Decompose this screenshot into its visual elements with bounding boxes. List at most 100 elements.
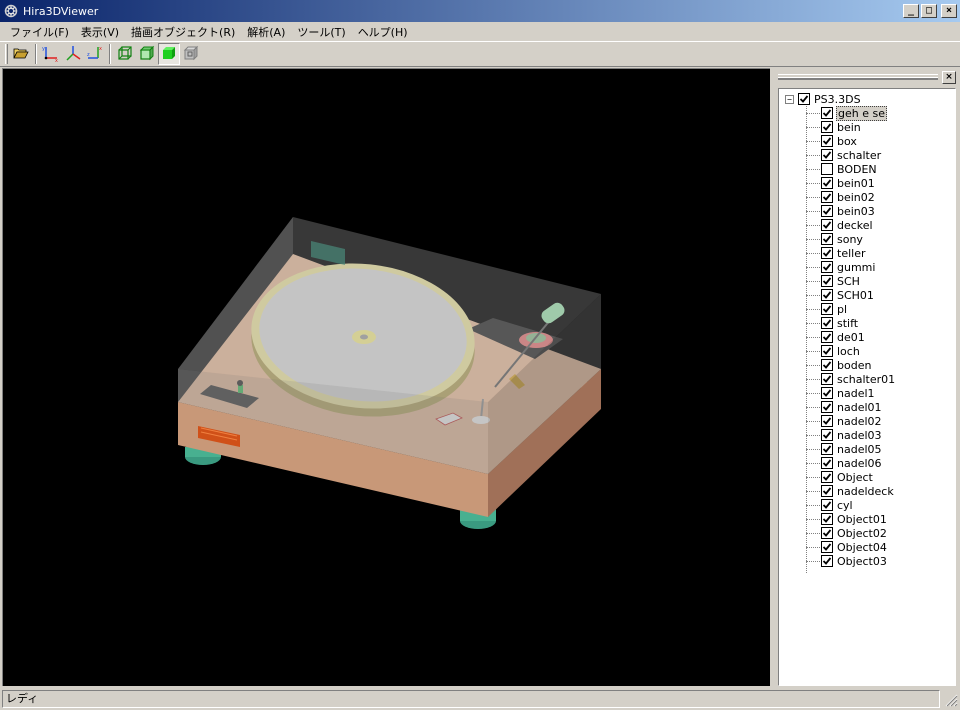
tree-item-label[interactable]: schalter: [836, 149, 882, 162]
tree-item-checkbox[interactable]: [821, 205, 833, 217]
tree-item-label[interactable]: cyl: [836, 499, 854, 512]
tree-item[interactable]: nadel03: [805, 428, 896, 442]
tree-item-label[interactable]: BODEN: [836, 163, 878, 176]
tree-item[interactable]: SCH01: [805, 288, 896, 302]
tree-item-label[interactable]: nadel02: [836, 415, 883, 428]
tree-item-checkbox[interactable]: [821, 135, 833, 147]
tree-item-checkbox[interactable]: [821, 289, 833, 301]
tree-item-checkbox[interactable]: [821, 415, 833, 427]
resize-grip-icon[interactable]: [942, 691, 958, 707]
tree-item-checkbox[interactable]: [821, 261, 833, 273]
tree-item[interactable]: gummi: [805, 260, 896, 274]
menu-help[interactable]: ヘルプ(H): [352, 24, 414, 40]
tree-item-checkbox[interactable]: [821, 373, 833, 385]
tree-item[interactable]: nadel06: [805, 456, 896, 470]
tree-item-label[interactable]: bein02: [836, 191, 876, 204]
tree-item-checkbox[interactable]: [821, 485, 833, 497]
tree-item-checkbox[interactable]: [821, 219, 833, 231]
tree-item[interactable]: teller: [805, 246, 896, 260]
tree-item[interactable]: BODEN: [805, 162, 896, 176]
tree-item-checkbox[interactable]: [821, 191, 833, 203]
tree-item-label[interactable]: teller: [836, 247, 866, 260]
tree-item-checkbox[interactable]: [821, 555, 833, 567]
tree-item[interactable]: bein03: [805, 204, 896, 218]
tree-item-checkbox[interactable]: [821, 247, 833, 259]
tree-item[interactable]: nadel1: [805, 386, 896, 400]
tree-item[interactable]: deckel: [805, 218, 896, 232]
wireframe-button[interactable]: [114, 43, 136, 65]
view-xy-button[interactable]: yx: [40, 43, 62, 65]
tree-item[interactable]: pl: [805, 302, 896, 316]
tree-item[interactable]: geh e se: [805, 105, 896, 121]
tree-item[interactable]: nadel05: [805, 442, 896, 456]
tree-item-label[interactable]: Object02: [836, 527, 888, 540]
tree-item-checkbox[interactable]: [821, 163, 833, 175]
tree-item-label[interactable]: loch: [836, 345, 861, 358]
object-tree[interactable]: − PS3.3DS geh e se bein box schalter BODEN be…: [778, 88, 956, 686]
tree-item[interactable]: nadel01: [805, 400, 896, 414]
tree-item-label[interactable]: schalter01: [836, 373, 896, 386]
tree-item[interactable]: SCH: [805, 274, 896, 288]
tree-item-checkbox[interactable]: [821, 317, 833, 329]
tree-item-label[interactable]: stift: [836, 317, 859, 330]
tree-item-checkbox[interactable]: [821, 513, 833, 525]
root-checkbox[interactable]: [798, 93, 810, 105]
tree-item-label[interactable]: SCH01: [836, 289, 875, 302]
tree-item-checkbox[interactable]: [821, 429, 833, 441]
tree-item[interactable]: nadel02: [805, 414, 896, 428]
view-xyz-button[interactable]: [62, 43, 84, 65]
tree-item-label[interactable]: bein03: [836, 205, 876, 218]
tree-item[interactable]: schalter: [805, 148, 896, 162]
tree-item[interactable]: Object04: [805, 540, 896, 554]
tree-item-label[interactable]: Object01: [836, 513, 888, 526]
panel-grip[interactable]: [778, 74, 938, 80]
3d-viewport[interactable]: [2, 68, 770, 686]
tree-item-label[interactable]: Object: [836, 471, 874, 484]
tree-item-label[interactable]: nadel01: [836, 401, 883, 414]
tree-item-label[interactable]: nadeldeck: [836, 485, 895, 498]
tree-item-checkbox[interactable]: [821, 275, 833, 287]
tree-item[interactable]: bein01: [805, 176, 896, 190]
tree-item-label[interactable]: nadel03: [836, 429, 883, 442]
tree-item-checkbox[interactable]: [821, 359, 833, 371]
tree-item-label[interactable]: geh e se: [836, 105, 887, 121]
menu-view[interactable]: 表示(V): [75, 24, 125, 40]
tree-item-label[interactable]: nadel05: [836, 443, 883, 456]
tree-item-label[interactable]: bein: [836, 121, 862, 134]
tree-item-checkbox[interactable]: [821, 303, 833, 315]
tree-item[interactable]: schalter01: [805, 372, 896, 386]
tree-item[interactable]: bein02: [805, 190, 896, 204]
tree-item-checkbox[interactable]: [821, 457, 833, 469]
tree-item-checkbox[interactable]: [821, 387, 833, 399]
menu-draw-object[interactable]: 描画オブジェクト(R): [125, 24, 241, 40]
tree-item[interactable]: cyl: [805, 498, 896, 512]
tree-item[interactable]: loch: [805, 344, 896, 358]
tree-item[interactable]: boden: [805, 358, 896, 372]
tree-item-checkbox[interactable]: [821, 401, 833, 413]
view-zx-button[interactable]: zx: [84, 43, 106, 65]
solid-button[interactable]: [158, 43, 180, 65]
tree-item[interactable]: sony: [805, 232, 896, 246]
tree-item-checkbox[interactable]: [821, 471, 833, 483]
tree-item-label[interactable]: Object03: [836, 555, 888, 568]
maximize-button[interactable]: □: [921, 4, 937, 18]
tree-item[interactable]: Object03: [805, 554, 896, 568]
tree-item-checkbox[interactable]: [821, 177, 833, 189]
tree-item-checkbox[interactable]: [821, 149, 833, 161]
tree-item-label[interactable]: sony: [836, 233, 864, 246]
tree-item[interactable]: box: [805, 134, 896, 148]
tree-item-checkbox[interactable]: [821, 443, 833, 455]
tree-item-label[interactable]: nadel1: [836, 387, 876, 400]
tree-item-checkbox[interactable]: [821, 345, 833, 357]
tree-item-label[interactable]: SCH: [836, 275, 861, 288]
tree-item-label[interactable]: bein01: [836, 177, 876, 190]
menu-tools[interactable]: ツール(T): [291, 24, 351, 40]
shaded-button[interactable]: [136, 43, 158, 65]
tree-item-label[interactable]: de01: [836, 331, 866, 344]
tree-item[interactable]: stift: [805, 316, 896, 330]
tree-item[interactable]: Object01: [805, 512, 896, 526]
panel-splitter[interactable]: [771, 68, 775, 686]
tree-item-label[interactable]: box: [836, 135, 858, 148]
panel-close-button[interactable]: ×: [942, 70, 956, 84]
tree-item[interactable]: Object02: [805, 526, 896, 540]
